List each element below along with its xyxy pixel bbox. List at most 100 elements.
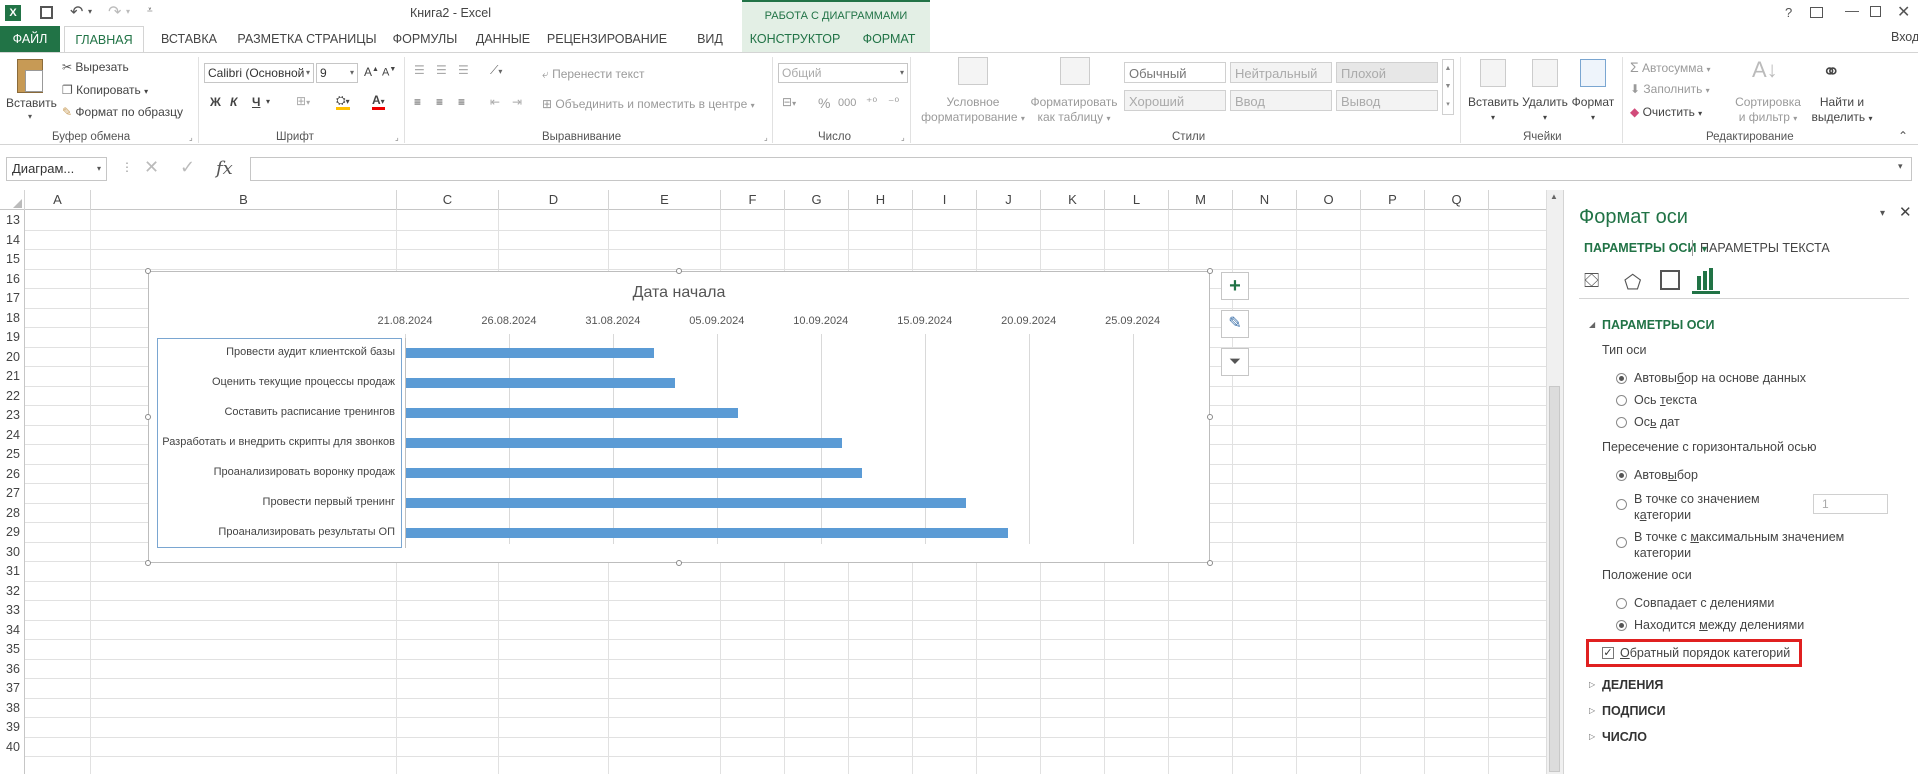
- row-header[interactable]: 29: [0, 523, 24, 541]
- row-header[interactable]: 39: [0, 718, 24, 736]
- axis-type-auto-radio[interactable]: [1616, 373, 1627, 384]
- tab-text-options[interactable]: ПАРАМЕТРЫ ТЕКСТА: [1700, 241, 1830, 255]
- effects-icon[interactable]: ⬠: [1624, 270, 1641, 295]
- chart-handle[interactable]: [145, 268, 151, 274]
- size-properties-icon[interactable]: [1660, 270, 1680, 290]
- minimize-button[interactable]: —: [1845, 2, 1859, 18]
- row-header[interactable]: 33: [0, 601, 24, 619]
- orientation-icon[interactable]: ⟋▾: [490, 63, 502, 78]
- row-header[interactable]: 30: [0, 543, 24, 561]
- grow-font-icon[interactable]: A▲: [364, 65, 379, 79]
- tab-view[interactable]: ВИД: [690, 26, 730, 52]
- row-header[interactable]: 14: [0, 231, 24, 249]
- increase-decimal-icon[interactable]: ⁺⁰: [866, 95, 877, 109]
- conditional-format-icon[interactable]: [958, 57, 988, 85]
- crosses-at-radio[interactable]: [1616, 499, 1627, 510]
- sort-filter-button[interactable]: Сортировка и фильтр ▾: [1726, 95, 1810, 126]
- percent-button[interactable]: %: [818, 95, 830, 111]
- redo-dropdown-icon[interactable]: ▾: [126, 7, 130, 16]
- row-header[interactable]: 16: [0, 270, 24, 288]
- format-painter-button[interactable]: ✎ Формат по образцу: [62, 105, 183, 119]
- fill-button[interactable]: ⬇ Заполнить ▾: [1630, 82, 1710, 96]
- font-color-icon[interactable]: A▾: [372, 93, 385, 110]
- save-icon[interactable]: [40, 6, 53, 19]
- tab-axis-options[interactable]: ПАРАМЕТРЫ ОСИ ▼: [1584, 241, 1709, 255]
- column-header[interactable]: D: [499, 190, 609, 210]
- reverse-order-label[interactable]: Обратный порядок категорий: [1620, 646, 1790, 660]
- pos-between-ticks-label[interactable]: Находится между делениями: [1634, 618, 1804, 632]
- insert-cells-button[interactable]: Вставить ▾: [1468, 95, 1519, 125]
- row-header[interactable]: 35: [0, 640, 24, 658]
- row-header[interactable]: 17: [0, 289, 24, 307]
- chart-handle[interactable]: [1207, 268, 1213, 274]
- borders-icon[interactable]: ⊞▾: [296, 94, 310, 108]
- gantt-bar[interactable]: [405, 378, 676, 388]
- fill-color-icon[interactable]: ⛭▾: [336, 93, 350, 110]
- fill-line-icon[interactable]: ⛋: [1584, 270, 1599, 293]
- align-top-icon[interactable]: ☰: [414, 63, 425, 77]
- redo-icon[interactable]: ↷: [108, 2, 121, 22]
- cancel-icon[interactable]: ✕: [144, 157, 159, 178]
- scroll-thumb[interactable]: [1549, 386, 1560, 772]
- row-header[interactable]: 24: [0, 426, 24, 444]
- column-header[interactable]: J: [977, 190, 1041, 210]
- tab-file[interactable]: ФАЙЛ: [0, 26, 60, 52]
- section-labels[interactable]: ПОДПИСИ: [1602, 704, 1665, 718]
- align-left-icon[interactable]: ≡: [414, 95, 421, 109]
- crosses-auto-label[interactable]: Автовыбор: [1634, 468, 1698, 482]
- tab-data[interactable]: ДАННЫЕ: [470, 26, 536, 52]
- category-axis-selection[interactable]: [157, 338, 402, 548]
- gantt-bar[interactable]: [405, 528, 1008, 538]
- underline-dropdown-icon[interactable]: ▾: [266, 97, 270, 106]
- axis-type-date-label[interactable]: Ось дат: [1634, 415, 1680, 429]
- paste-button[interactable]: Вставить: [6, 96, 57, 111]
- chart-handle[interactable]: [676, 268, 682, 274]
- column-header[interactable]: L: [1105, 190, 1169, 210]
- style-neutral[interactable]: Нейтральный: [1230, 62, 1332, 83]
- column-header[interactable]: I: [913, 190, 977, 210]
- chart-styles-button[interactable]: ✎: [1221, 310, 1249, 338]
- column-header[interactable]: P: [1361, 190, 1425, 210]
- format-as-table-icon[interactable]: [1060, 57, 1090, 85]
- vertical-scrollbar[interactable]: ▲: [1546, 190, 1563, 774]
- bold-button[interactable]: Ж: [210, 95, 221, 109]
- section-tick-marks[interactable]: ДЕЛЕНИЯ: [1602, 678, 1663, 692]
- ribbon-display-options-icon[interactable]: [1810, 7, 1823, 18]
- insert-cells-icon[interactable]: [1480, 59, 1506, 87]
- increase-indent-icon[interactable]: ⇥: [512, 95, 522, 109]
- styles-scroll[interactable]: ▲ ▼ ▾: [1442, 59, 1454, 115]
- paste-icon[interactable]: [17, 59, 43, 93]
- tab-home[interactable]: ГЛАВНАЯ: [64, 26, 144, 53]
- expand-labels-icon[interactable]: ▷: [1589, 706, 1595, 715]
- axis-type-date-radio[interactable]: [1616, 417, 1627, 428]
- find-select-button[interactable]: Найти и выделить ▾: [1806, 95, 1878, 126]
- align-right-icon[interactable]: ≡: [458, 95, 465, 109]
- row-header[interactable]: 34: [0, 621, 24, 639]
- pane-close-icon[interactable]: ✕: [1899, 203, 1912, 221]
- gantt-bar[interactable]: [405, 468, 863, 478]
- tab-formulas[interactable]: ФОРМУЛЫ: [388, 26, 462, 52]
- column-header[interactable]: G: [785, 190, 849, 210]
- expand-tick-marks-icon[interactable]: ▷: [1589, 680, 1595, 689]
- chart-handle[interactable]: [1207, 414, 1213, 420]
- delete-cells-button[interactable]: Удалить ▾: [1520, 95, 1570, 125]
- decrease-decimal-icon[interactable]: ⁻⁰: [888, 95, 899, 109]
- restore-button[interactable]: [1870, 6, 1881, 17]
- clipboard-launcher-icon[interactable]: ⌟: [189, 133, 193, 142]
- row-header[interactable]: 21: [0, 367, 24, 385]
- merge-center-button[interactable]: ⊞ Объединить и поместить в центре ▾: [542, 97, 755, 111]
- row-header[interactable]: 27: [0, 484, 24, 502]
- conditional-format-button[interactable]: Условное форматирование ▾: [918, 95, 1028, 126]
- row-header[interactable]: 13: [0, 211, 24, 229]
- reverse-order-checkbox[interactable]: ✓: [1602, 647, 1614, 659]
- gantt-chart[interactable]: Дата начала 21.08.2024 26.08.2024 31.08.20…: [148, 271, 1210, 563]
- axis-options-icon[interactable]: [1692, 266, 1720, 294]
- decrease-indent-icon[interactable]: ⇤: [490, 95, 500, 109]
- collapse-ribbon-icon[interactable]: ⌃: [1898, 129, 1908, 143]
- italic-button[interactable]: К: [230, 95, 237, 109]
- tab-chart-design[interactable]: КОНСТРУКТОР: [742, 26, 848, 52]
- axis-type-auto-label[interactable]: Автовыбор на основе данных: [1634, 371, 1806, 385]
- chart-handle[interactable]: [676, 560, 682, 566]
- customize-qat-icon[interactable]: ⩡: [147, 5, 153, 16]
- alignment-launcher-icon[interactable]: ⌟: [764, 133, 768, 142]
